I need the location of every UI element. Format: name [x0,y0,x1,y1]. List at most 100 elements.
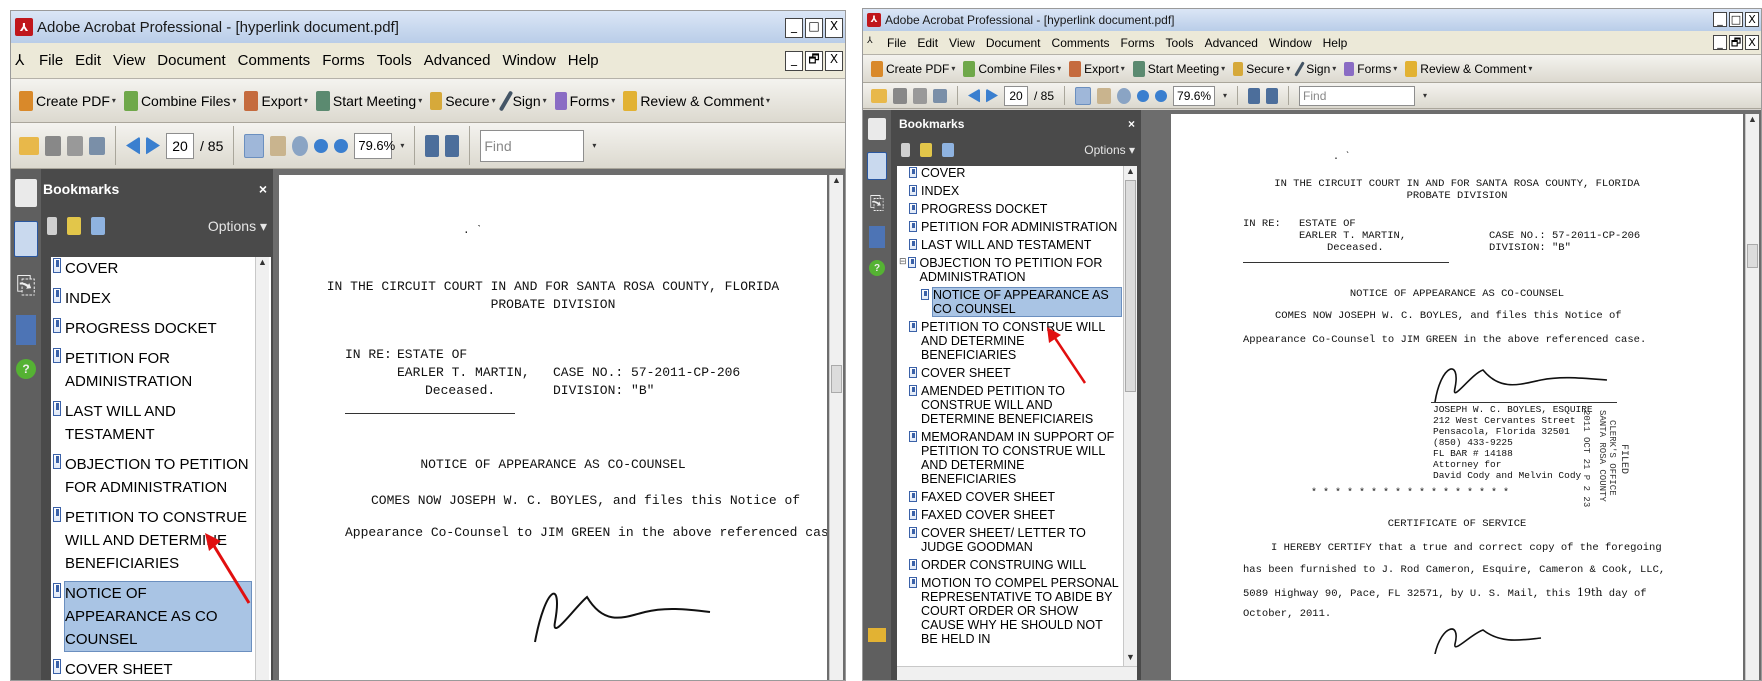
secure-button[interactable]: Secure ▾ [430,91,496,110]
attachments-icon[interactable]: ⎘ [16,271,35,301]
minimize-button[interactable]: _ [1713,12,1727,27]
bookmark-item[interactable]: FAXED COVER SHEET [897,490,1121,504]
zoom-input[interactable]: 79.6% [1173,85,1216,106]
doc-restore-button[interactable]: 🗗 [805,51,823,71]
doc-close-button[interactable]: X [1745,35,1759,50]
menu-edit[interactable]: Edit [917,36,938,50]
menu-file[interactable]: File [39,52,63,69]
scroll-down-arrow[interactable]: ▼ [1124,652,1137,666]
doc-scroll-up-arrow[interactable]: ▲ [1746,114,1759,128]
document-scrollbar[interactable]: ▲ [1745,114,1759,680]
hand-tool-icon[interactable] [1097,87,1112,104]
help-icon[interactable]: ? [16,359,36,379]
bookmark-item[interactable]: COVER [51,257,251,280]
print-icon[interactable] [45,135,61,156]
bookmark-item[interactable]: PROGRESS DOCKET [51,317,251,340]
page-number-input[interactable]: 20 [166,132,194,159]
select-tool-icon[interactable] [1075,86,1092,105]
email-icon[interactable] [933,88,947,103]
print-icon[interactable] [893,87,907,104]
menu-document[interactable]: Document [157,52,225,69]
review-comment-button[interactable]: Review & Comment ▾ [623,90,770,111]
pages-icon[interactable] [868,118,886,140]
collapse-toggle-icon[interactable]: ⊟ [899,256,907,267]
menu-document[interactable]: Document [986,36,1041,50]
zoom-tool-icon[interactable] [1117,87,1132,104]
scroll-thumb[interactable] [1125,180,1136,392]
next-page-icon[interactable] [146,136,160,155]
save-icon[interactable] [67,135,83,156]
menu-window[interactable]: Window [502,52,555,69]
select-tool-icon[interactable] [244,133,265,158]
signatures-icon[interactable] [869,226,885,248]
bookmarks-hscrollbar[interactable] [897,666,1137,680]
bookmark-item[interactable]: PETITION FOR ADMINISTRATION [51,347,251,393]
bookmarks-close-button[interactable]: × [1128,117,1135,131]
create-pdf-button[interactable]: Create PDF ▾ [19,90,116,111]
create-pdf-button[interactable]: Create PDF ▾ [871,60,955,77]
attachments-icon[interactable]: ⎘ [869,192,885,214]
sign-button[interactable]: Sign ▾ [498,89,547,112]
menu-comments[interactable]: Comments [238,52,311,69]
bookmark-item[interactable]: ⊟ OBJECTION TO PETITION FOR ADMINISTRATIO… [897,256,1121,284]
fit-page-icon[interactable] [1248,87,1261,104]
menu-advanced[interactable]: Advanced [424,52,491,69]
doc-scroll-thumb[interactable] [1747,244,1758,268]
bookmarks-tab-icon[interactable] [867,152,887,180]
bookmarks-tab-icon[interactable] [14,221,38,257]
previous-page-icon[interactable] [126,136,140,155]
minimize-button[interactable]: _ [785,18,803,38]
fit-page-icon[interactable] [425,134,440,157]
document-scrollbar[interactable]: ▲ [829,175,843,680]
fit-width-icon[interactable] [1266,87,1279,104]
bookmark-item[interactable]: PROGRESS DOCKET [897,202,1121,216]
bookmark-item[interactable]: PETITION TO CONSTRUE WILL AND DETERMINE … [897,320,1121,362]
save-icon[interactable] [913,87,927,104]
fit-width-icon[interactable] [445,134,460,157]
menu-window[interactable]: Window [1269,36,1312,50]
doc-scroll-up-arrow[interactable]: ▲ [830,175,843,189]
secure-button[interactable]: Secure ▾ [1233,61,1290,76]
zoom-input[interactable]: 79.6% [354,132,395,159]
export-button[interactable]: Export ▾ [1069,60,1125,77]
delete-bookmark-icon[interactable] [47,217,57,235]
hand-tool-icon[interactable] [270,135,287,156]
scroll-up-arrow[interactable]: ▲ [1124,166,1137,180]
bookmarks-scrollbar[interactable]: ▲ ▼ [1123,166,1137,666]
doc-close-button[interactable]: X [825,51,843,71]
bookmark-item[interactable]: ORDER CONSTRUING WILL [897,558,1121,572]
zoom-in-icon[interactable] [1155,89,1168,102]
menu-view[interactable]: View [949,36,975,50]
pages-icon[interactable] [15,179,37,207]
forms-button[interactable]: Forms ▾ [554,91,615,110]
menu-edit[interactable]: Edit [75,52,101,69]
doc-scroll-thumb[interactable] [831,365,842,393]
options-menu[interactable]: Options ▾ [208,218,267,235]
restore-button[interactable]: □ [1729,12,1743,27]
bookmark-item[interactable]: PETITION FOR ADMINISTRATION [897,220,1121,234]
new-bookmark-icon[interactable] [920,143,932,157]
bookmark-item[interactable]: COVER [897,166,1121,180]
signatures-icon[interactable] [16,315,36,345]
bookmarks-scrollbar[interactable]: ▲ [255,257,269,680]
bookmark-item[interactable]: NOTICE OF APPEARANCE AS CO COUNSEL [897,287,1122,317]
menu-forms[interactable]: Forms [322,52,365,69]
menu-tools[interactable]: Tools [1166,36,1194,50]
zoom-in-icon[interactable] [334,138,349,153]
review-comment-button[interactable]: Review & Comment ▾ [1405,60,1532,77]
bookmark-item[interactable]: NOTICE OF APPEARANCE AS CO COUNSEL [51,581,252,652]
find-input[interactable]: Find [1299,85,1416,106]
bookmarks-close-button[interactable]: × [259,181,267,197]
sign-button[interactable]: Sign ▾ [1294,60,1336,77]
menu-view[interactable]: View [113,52,145,69]
zoom-out-icon[interactable] [314,138,329,153]
open-folder-icon[interactable] [871,88,887,103]
bookmark-item[interactable]: MOTION TO COMPEL PERSONAL REPRESENTATIVE… [897,576,1121,646]
restore-button[interactable]: □ [805,18,823,38]
start-meeting-button[interactable]: Start Meeting ▾ [315,90,422,111]
bookmark-item[interactable]: FAXED COVER SHEET [897,508,1121,522]
bookmark-item[interactable]: COVER SHEET [51,658,251,680]
email-icon[interactable] [89,136,105,155]
bookmark-item[interactable]: AMENDED PETITION TO CONSTRUE WILL AND DE… [897,384,1121,426]
doc-minimize-button[interactable]: _ [785,51,803,71]
